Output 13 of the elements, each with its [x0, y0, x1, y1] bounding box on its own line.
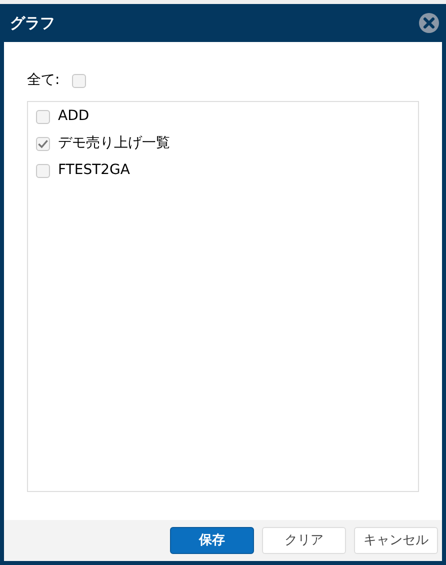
dialog-button[interactable]: クリア: [262, 527, 346, 554]
checkbox[interactable]: [72, 74, 86, 88]
window-title: グラフ: [10, 12, 55, 34]
checkbox[interactable]: [36, 110, 50, 124]
item-label: ADD: [58, 107, 90, 126]
item-label: デモ売り上げ一覧: [58, 134, 170, 153]
select-all-label: 全て:: [27, 71, 60, 90]
close-icon[interactable]: [418, 12, 440, 34]
save-button[interactable]: 保存: [170, 527, 254, 554]
checked-checkbox[interactable]: [36, 136, 50, 150]
checkbox[interactable]: [36, 164, 50, 178]
dialog-button[interactable]: キャンセル: [354, 527, 438, 554]
item-label: FTEST2GA: [58, 161, 130, 180]
